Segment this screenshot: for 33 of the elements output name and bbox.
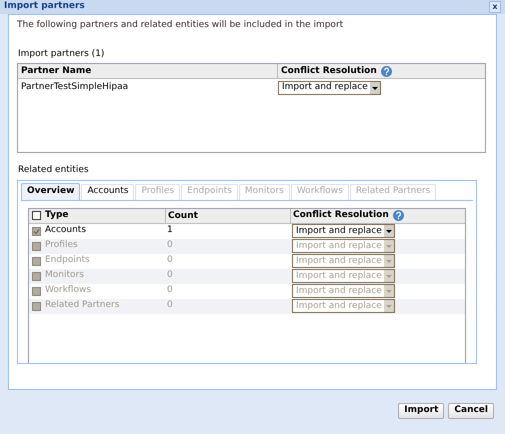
tab[interactable]: Overview — [21, 182, 80, 200]
window-title: Import partners — [4, 0, 86, 14]
checkbox[interactable] — [32, 211, 40, 220]
table-cell-text: Accounts — [44, 224, 88, 238]
column-header: Conflict Resolution — [290, 208, 406, 222]
table-cell-text: Workflows — [44, 284, 92, 298]
column-header: Partner Name — [18, 64, 278, 78]
section-label: Import partners (1) — [18, 48, 106, 60]
conflict-select[interactable]: Import and replace — [292, 224, 395, 238]
intro-text: The following partners and related entities will be included in the import — [17, 19, 344, 32]
table-cell-text: Profiles — [44, 239, 79, 252]
table-cell-text: 0 — [166, 299, 174, 312]
dialog-button[interactable]: Import — [398, 403, 444, 419]
column-header: Count — [165, 208, 290, 222]
tab[interactable]: Accounts — [81, 184, 134, 200]
table-cell-text: Monitors — [44, 269, 85, 282]
table-cell-text: 0 — [166, 239, 174, 252]
help-icon[interactable] — [380, 66, 392, 76]
conflict-select[interactable]: Import and replace — [278, 80, 381, 94]
table-cell-text: 0 — [166, 284, 174, 298]
dialog-button[interactable]: Cancel — [448, 403, 494, 419]
column-header: Type — [44, 208, 70, 222]
section-label: Related entities — [18, 164, 90, 177]
table-cell-text: 0 — [166, 254, 174, 268]
table-cell-text: Related Partners — [44, 299, 120, 312]
close-button[interactable]: x — [489, 1, 501, 13]
column-header: Conflict Resolution — [278, 64, 395, 78]
checkbox[interactable] — [32, 226, 40, 236]
table-cell-text: 1 — [166, 224, 174, 238]
help-icon[interactable] — [392, 210, 404, 221]
table-cell-text: 0 — [166, 269, 174, 282]
table-cell-text: Endpoints — [44, 254, 91, 268]
table-cell-text: PartnerTestSimpleHipaa — [20, 80, 130, 94]
